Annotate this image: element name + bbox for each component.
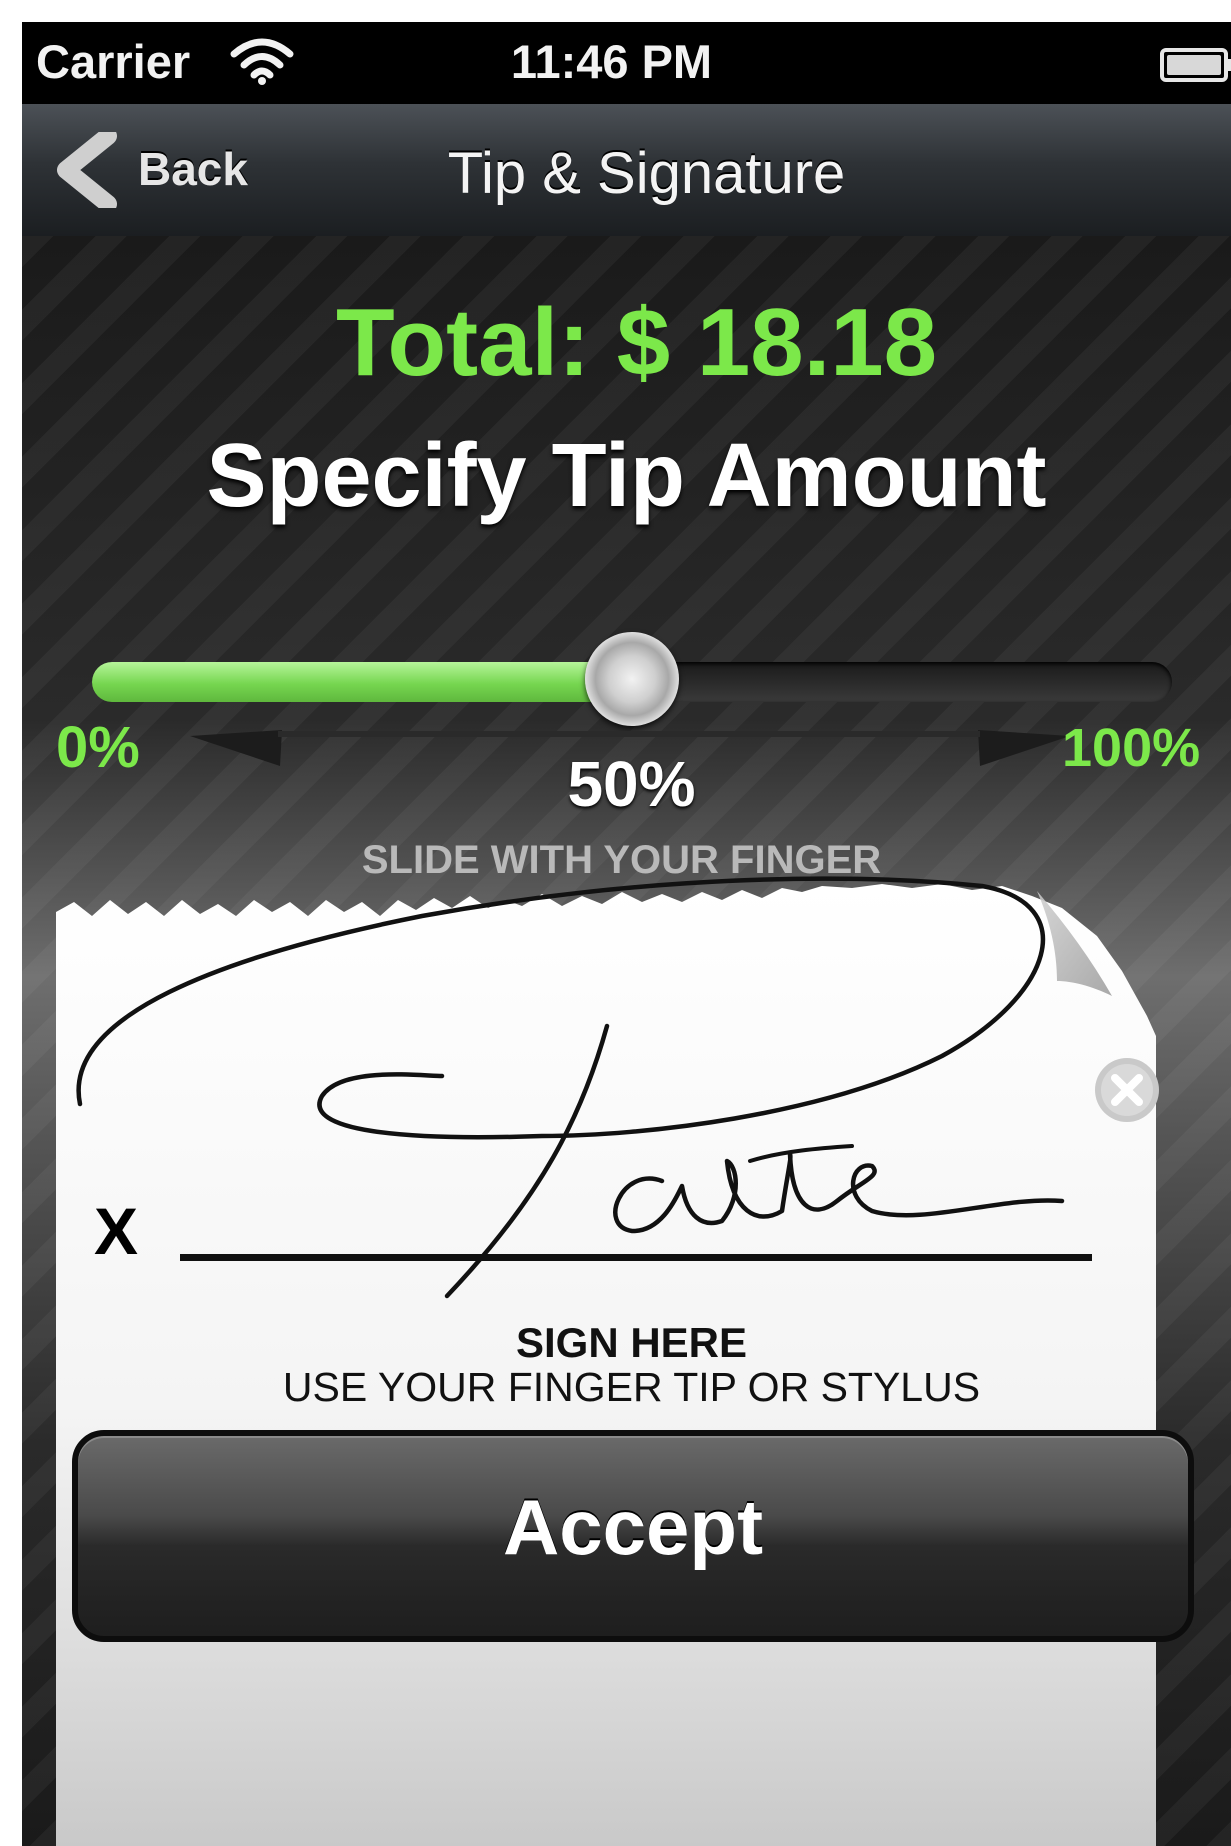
phone-screen: Carrier 11:46 PM Back Tip & Signature To… (22, 22, 1231, 1846)
signature-line (180, 1254, 1092, 1261)
accept-button[interactable]: Accept (72, 1430, 1194, 1642)
sign-here-label: SIGN HERE (515, 1319, 748, 1366)
sign-instruction: USE YOUR FINGER TIP OR STYLUS (282, 1364, 981, 1410)
status-bar: Carrier 11:46 PM (22, 22, 1231, 104)
battery-icon (1160, 48, 1231, 82)
signature-x-mark: X (94, 1194, 139, 1268)
status-time: 11:46 PM (510, 35, 713, 88)
accept-button-label: Accept (502, 1483, 764, 1571)
navigation-bar: Back Tip & Signature (22, 104, 1231, 238)
page-title: Tip & Signature (447, 141, 846, 206)
signature-receipt: X SIGN HERE USE YOUR FINGER TIP OR STYLU… (22, 236, 1231, 1846)
clear-circle-x-icon[interactable] (1093, 1056, 1161, 1124)
tip-signature-panel: Total: $ 18.18 Specify Tip Amount 0% 100… (22, 236, 1231, 1846)
